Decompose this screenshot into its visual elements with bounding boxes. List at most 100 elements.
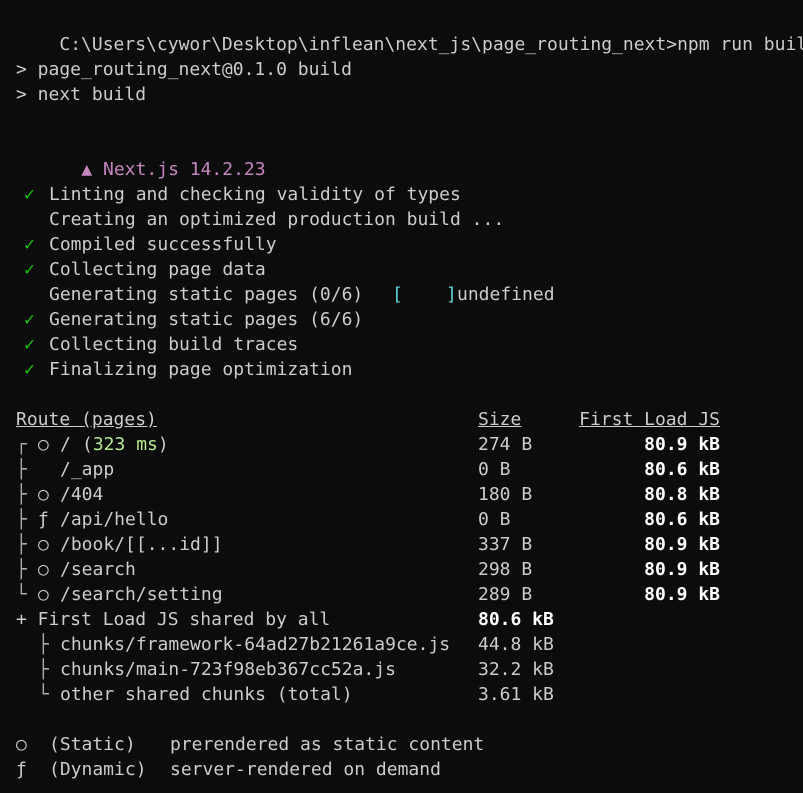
route-first-load: 80.9 kB xyxy=(644,534,720,555)
chunk-row: ├ chunks/main-723f98eb367cc52a.js 32.2 k… xyxy=(16,657,796,682)
header-size: Size xyxy=(478,409,522,430)
legend-type: (Dynamic) xyxy=(49,759,147,780)
step-text: Generating static pages (6/6) xyxy=(49,309,364,330)
route-size: 0 B xyxy=(478,509,511,530)
step-text: Compiled successfully xyxy=(49,234,277,255)
shared-label: + First Load JS shared by all xyxy=(16,609,331,630)
check-icon: ✓ xyxy=(24,259,35,280)
legend-description: prerendered as static content xyxy=(170,734,485,755)
tree-glyph: ├ xyxy=(16,509,27,530)
step-text: Collecting build traces xyxy=(49,334,299,355)
route-path: /book/[[...id]] xyxy=(60,534,223,555)
check-icon: ✓ xyxy=(24,234,35,255)
step-text: Finalizing page optimization xyxy=(49,359,353,380)
nextjs-banner: ▲ Next.js 14.2.23 xyxy=(38,132,265,180)
route-size: 0 B xyxy=(478,459,511,480)
route-path: / xyxy=(60,434,71,455)
tree-glyph: ├ xyxy=(38,659,49,680)
check-icon: ✓ xyxy=(24,334,35,355)
chunk-name: chunks/main-723f98eb367cc52a.js xyxy=(60,659,396,680)
legend-type: (Static) xyxy=(49,734,136,755)
tree-glyph: ├ xyxy=(16,534,27,555)
step-text: Creating an optimized production build .… xyxy=(49,209,505,230)
chunk-size: 32.2 kB xyxy=(478,659,554,680)
table-row: ┌ ○ / (323 ms) 274 B 80.9 kB xyxy=(16,432,796,457)
route-first-load: 80.6 kB xyxy=(644,509,720,530)
build-step: ✓ Collecting build traces xyxy=(16,332,298,357)
route-path: /search xyxy=(60,559,136,580)
step-text: Collecting page data xyxy=(49,259,266,280)
tree-glyph: ├ xyxy=(16,459,27,480)
route-path: /search/setting xyxy=(60,584,223,605)
build-step: ✓ Linting and checking validity of types xyxy=(16,182,461,207)
table-row: └ ○ /search/setting 289 B 80.9 kB xyxy=(16,582,796,607)
progress-suffix: undefined xyxy=(457,284,555,305)
npm-script-line: > next build xyxy=(16,84,147,105)
route-size: 337 B xyxy=(478,534,533,555)
chunk-row: └ other shared chunks (total) 3.61 kB xyxy=(16,682,796,707)
routes-table-header: Route (pages) Size First Load JS xyxy=(16,407,796,432)
route-first-load: 80.9 kB xyxy=(644,584,720,605)
check-icon: ✓ xyxy=(24,359,35,380)
table-row: ├ ○ /book/[[...id]] 337 B 80.9 kB xyxy=(16,532,796,557)
triangle-icon: ▲ xyxy=(81,159,93,180)
route-symbol: ○ xyxy=(38,584,49,605)
chunk-row: ├ chunks/framework-64ad27b21261a9ce.js 4… xyxy=(16,632,796,657)
tree-glyph: ├ xyxy=(16,484,27,505)
tree-glyph: ├ xyxy=(16,559,27,580)
shared-total: 80.6 kB xyxy=(478,609,554,630)
route-size: 289 B xyxy=(478,584,533,605)
build-step: ✓ Finalizing page optimization xyxy=(16,357,352,382)
progress-bracket-close: ] xyxy=(446,284,457,305)
route-path: /_app xyxy=(60,459,115,480)
build-step: Generating static pages (0/6) [ ] undefi… xyxy=(16,282,555,307)
build-step: ✓ Generating static pages (6/6) xyxy=(16,307,363,332)
prompt-line: C:\Users\cywor\Desktop\inflean\next_js\p… xyxy=(16,7,803,55)
route-symbol: ○ xyxy=(38,534,49,555)
progress-bracket-open: [ xyxy=(392,284,403,305)
route-size: 180 B xyxy=(478,484,533,505)
route-first-load: 80.9 kB xyxy=(644,559,720,580)
tree-glyph: └ xyxy=(16,584,27,605)
build-step: Creating an optimized production build .… xyxy=(16,207,504,232)
table-row: ├ ƒ /api/hello 0 B 80.6 kB xyxy=(16,507,796,532)
route-size: 274 B xyxy=(478,434,533,455)
chunk-size: 3.61 kB xyxy=(478,684,554,705)
tree-glyph: ├ xyxy=(38,634,49,655)
static-symbol-icon: ○ xyxy=(16,734,27,755)
legend-item: ƒ (Dynamic) server-rendered on demand xyxy=(16,757,796,782)
table-row: ├ ○ /search 298 B 80.9 kB xyxy=(16,557,796,582)
tree-glyph: └ xyxy=(38,684,49,705)
route-timing-value: 323 ms xyxy=(92,434,158,455)
dynamic-symbol-icon: ƒ xyxy=(16,759,27,780)
build-step: ✓ Collecting page data xyxy=(16,257,266,282)
route-symbol: ○ xyxy=(38,484,49,505)
route-path: /404 xyxy=(60,484,104,505)
chunk-name: other shared chunks (total) xyxy=(60,684,353,705)
shared-total-row: + First Load JS shared by all 80.6 kB xyxy=(16,607,796,632)
check-icon: ✓ xyxy=(24,184,35,205)
route-first-load: 80.8 kB xyxy=(644,484,720,505)
npm-script-line: > page_routing_next@0.1.0 build xyxy=(16,59,352,80)
route-first-load: 80.6 kB xyxy=(644,459,720,480)
step-text: Linting and checking validity of types xyxy=(49,184,461,205)
route-symbol: ƒ xyxy=(38,509,49,530)
route-first-load: 80.9 kB xyxy=(644,434,720,455)
table-row: ├ ○ /404 180 B 80.8 kB xyxy=(16,482,796,507)
header-route: Route (pages) xyxy=(16,409,157,430)
legend-item: ○ (Static) prerendered as static content xyxy=(16,732,796,757)
build-step: ✓ Compiled successfully xyxy=(16,232,277,257)
table-row: ├ /_app 0 B 80.6 kB xyxy=(16,457,796,482)
route-path: /api/hello xyxy=(60,509,169,530)
terminal-window[interactable]: C:\Users\cywor\Desktop\inflean\next_js\p… xyxy=(0,0,803,793)
chunk-size: 44.8 kB xyxy=(478,634,554,655)
tree-glyph: ┌ xyxy=(16,434,27,455)
step-text: Generating static pages (0/6) xyxy=(49,284,364,305)
header-first-load: First Load JS xyxy=(579,409,720,430)
prompt-command: npm run build xyxy=(677,34,803,55)
route-symbol: ○ xyxy=(38,434,49,455)
route-symbol: ○ xyxy=(38,559,49,580)
chunk-name: chunks/framework-64ad27b21261a9ce.js xyxy=(60,634,451,655)
nextjs-version: Next.js 14.2.23 xyxy=(103,159,266,180)
legend-description: server-rendered on demand xyxy=(170,759,441,780)
